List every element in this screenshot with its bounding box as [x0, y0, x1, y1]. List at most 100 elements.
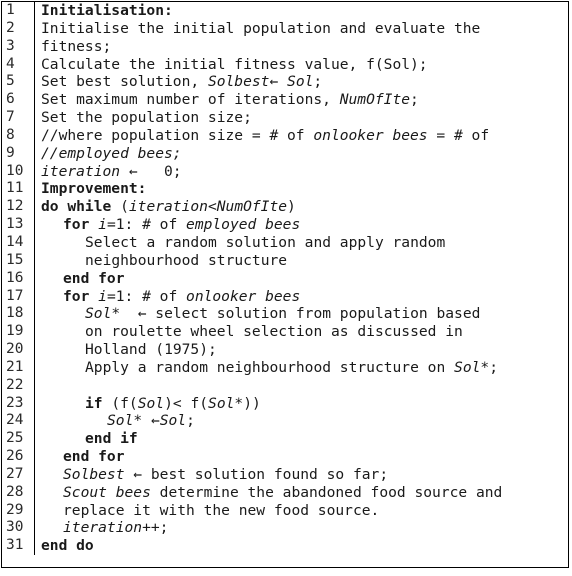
code-keyword: end for	[63, 269, 125, 287]
code-line-row: 15 neighbourhood structure	[2, 251, 569, 270]
code-line-row: 13 for i=1: # of employed bees	[2, 216, 568, 234]
code-listing-table: 1 Initialisation: 2 Initialise the initial …	[2, 2, 569, 556]
code-line-row: 27 Solbest ← best solution found so far;	[2, 465, 569, 484]
code-line-text: Apply a random neighbourhood structure o…	[35, 359, 569, 377]
code-identifier: Sol	[137, 394, 165, 412]
line-number: 4	[2, 55, 35, 74]
code-line-text: Set maximum number of iterations, NumOfI…	[35, 91, 569, 109]
code-line-row: 12 do while (iteration<NumOfIte)	[2, 198, 568, 217]
code-line-row: 23 if (f(Sol)< f(Sol*))	[2, 394, 569, 413]
code-line-row: 11 Improvement:	[2, 180, 569, 199]
code-line-row: 5 Set best solution, Solbest← Sol;	[2, 73, 568, 92]
code-line-text: iteration ← 0;	[35, 163, 569, 181]
code-text: ← select solution from population based	[120, 305, 481, 323]
code-text: )	[287, 198, 296, 216]
code-line-row: 7 Set the population size;	[2, 109, 568, 127]
line-number: 9	[2, 144, 35, 163]
code-text: determine the abandoned food source and	[150, 483, 503, 501]
code-text: ←	[142, 412, 160, 430]
code-line-text: //employed bees;	[35, 145, 569, 163]
code-line-text: Initialise the initial population and ev…	[35, 20, 569, 38]
code-text: Calculate the initial fitness value, f(S…	[41, 55, 428, 73]
code-line-row: 31 end do	[2, 537, 569, 556]
code-identifier: i	[98, 287, 107, 305]
code-line-row: 21 Apply a random neighbourhood structure…	[2, 358, 569, 377]
code-identifier: onlooker bees	[313, 126, 428, 144]
line-number: 16	[2, 269, 35, 288]
line-number: 2	[2, 19, 35, 38]
code-line-row: 17 for i=1: # of onlooker bees	[2, 287, 569, 306]
code-text: on roulette wheel selection as discussed…	[85, 323, 463, 341]
code-line-row: 8 //where population size = # of onlooker…	[2, 126, 568, 145]
code-identifier: NumOfIte	[216, 198, 288, 216]
code-line-text: Calculate the initial fitness value, f(S…	[35, 56, 569, 74]
code-line-row: 1 Initialisation:	[2, 2, 568, 20]
code-text: Set best solution,	[41, 73, 208, 91]
code-text: = # of	[427, 126, 490, 144]
code-line-text: end do	[35, 537, 569, 555]
code-line-row: 2 Initialise the initial population and e…	[2, 19, 569, 38]
code-line-row: 3 fitness;	[2, 37, 568, 56]
code-keyword: for	[63, 216, 90, 234]
code-text: Initialise the initial population and ev…	[41, 19, 481, 37]
code-line-text: for i=1: # of onlooker bees	[35, 288, 569, 306]
code-text: =1: # of	[106, 287, 187, 305]
code-identifier: Solbest	[207, 73, 270, 91]
code-identifier: Sol*	[454, 358, 490, 376]
line-number: 28	[2, 483, 35, 502]
code-line-text: if (f(Sol)< f(Sol*))	[35, 395, 569, 413]
line-number: 8	[2, 126, 35, 145]
code-line-text: end if	[35, 430, 569, 448]
code-line-text: for i=1: # of employed bees	[35, 216, 569, 234]
code-text: <	[207, 198, 217, 216]
code-line-text: Improvement:	[35, 180, 569, 198]
code-text: ))	[243, 394, 261, 412]
line-number: 21	[2, 358, 35, 377]
code-keyword: do while	[41, 198, 112, 216]
code-line-text: Initialisation:	[35, 2, 569, 20]
code-line-row: 24 Sol* ←Sol;	[2, 412, 568, 431]
line-number: 12	[2, 198, 35, 217]
code-text: //where population size = # of	[41, 126, 314, 144]
code-identifier: onlooker bees	[186, 287, 301, 305]
code-text: Set maximum number of iterations,	[41, 91, 340, 109]
line-number: 13	[2, 216, 35, 234]
code-line-text: end for	[35, 448, 569, 466]
code-line-text: Solbest ← best solution found so far;	[35, 466, 569, 484]
code-text: (f(	[102, 394, 138, 412]
code-line-row: 29 replace it with the new food source.	[2, 501, 568, 520]
code-text: (	[111, 198, 129, 216]
code-keyword: if	[85, 394, 103, 412]
code-identifier: Sol*	[107, 412, 143, 430]
code-line-row: 16 end for	[2, 269, 569, 288]
code-keyword: end if	[85, 430, 138, 448]
code-line-text: end for	[35, 270, 569, 288]
code-line-row: 4 Calculate the initial fitness value, f(…	[2, 55, 569, 74]
line-number: 19	[2, 323, 35, 342]
code-text: )< f(	[164, 394, 209, 412]
code-line-text: neighbourhood structure	[35, 252, 569, 270]
line-number: 10	[2, 162, 35, 181]
code-identifier: Sol*	[85, 305, 121, 323]
code-text: =1: # of	[106, 216, 187, 234]
line-number: 23	[2, 394, 35, 413]
code-identifier: Solbest	[63, 465, 125, 483]
line-number: 29	[2, 501, 35, 520]
code-text: Select a random solution and apply rando…	[85, 233, 446, 251]
code-identifier: NumOfIte	[339, 91, 411, 109]
code-text: Apply a random neighbourhood structure o…	[85, 358, 455, 376]
line-number: 3	[2, 37, 35, 56]
code-text: Holland (1975);	[85, 341, 217, 359]
code-text: ← best solution found so far;	[124, 465, 389, 483]
code-text: neighbourhood structure	[85, 251, 288, 269]
line-number: 26	[2, 448, 35, 466]
code-line-text	[35, 377, 569, 395]
line-number: 17	[2, 287, 35, 306]
line-number: 7	[2, 109, 35, 127]
code-line-row: 18 Sol* ← select solution from population…	[2, 305, 568, 324]
code-identifier: Sol	[159, 412, 187, 430]
code-listing-body: 1 Initialisation: 2 Initialise the initial …	[2, 2, 569, 556]
code-identifier: iteration	[41, 162, 121, 180]
code-line-text: iteration++;	[35, 519, 569, 537]
code-identifier: Scout bees	[63, 483, 151, 501]
